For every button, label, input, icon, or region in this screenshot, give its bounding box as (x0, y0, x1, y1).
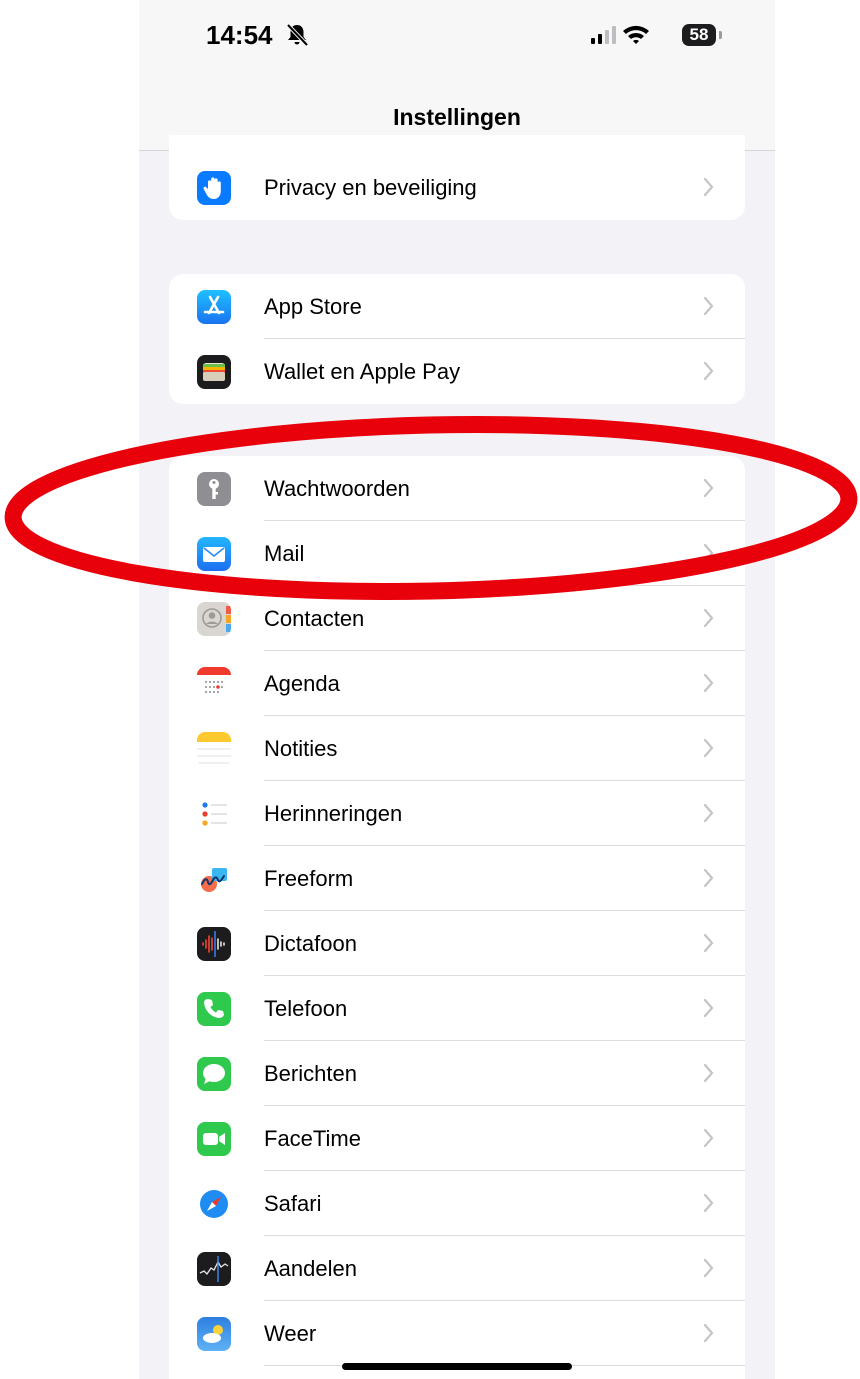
settings-row-stocks[interactable]: Aandelen (169, 1236, 745, 1301)
key-icon (197, 472, 231, 506)
notes-icon (197, 732, 231, 766)
settings-row-safari[interactable]: Safari (169, 1171, 745, 1236)
settings-group-apps: Wachtwoorden Mail Contacten Agenda Notit… (169, 456, 745, 1379)
settings-row-messages[interactable]: Berichten (169, 1041, 745, 1106)
chevron-right-icon (703, 997, 715, 1024)
chevron-right-icon (703, 1127, 715, 1154)
settings-row-mail[interactable]: Mail (169, 521, 745, 586)
settings-row-privacy[interactable]: Privacy en beveiliging (169, 155, 745, 220)
home-indicator[interactable] (342, 1363, 572, 1370)
settings-row-notes[interactable]: Notities (169, 716, 745, 781)
settings-screen: 14:54 58 Instellingen Privacy en beveili… (139, 0, 775, 1379)
stocks-icon (197, 1252, 231, 1286)
facetime-icon (197, 1122, 231, 1156)
chevron-right-icon (703, 1062, 715, 1089)
battery-indicator: 58 (682, 24, 716, 46)
settings-row-label: Notities (264, 736, 338, 761)
privacy-hand-icon (197, 171, 231, 205)
chevron-right-icon (703, 607, 715, 634)
calendar-icon (197, 667, 231, 701)
settings-row-label: App Store (264, 294, 362, 319)
settings-row-label: Wachtwoorden (264, 476, 410, 501)
battery-tip (719, 31, 722, 39)
chevron-right-icon (703, 672, 715, 699)
safari-icon (197, 1187, 231, 1221)
page-title: Instellingen (393, 104, 521, 130)
settings-row-label: Aandelen (264, 1256, 357, 1281)
settings-row-weather[interactable]: Weer (169, 1301, 745, 1366)
chevron-right-icon (703, 1192, 715, 1219)
status-time: 14:54 (206, 20, 273, 50)
settings-row-label: Berichten (264, 1061, 357, 1086)
reminders-icon (197, 797, 231, 831)
settings-row-label: Privacy en beveiliging (264, 175, 477, 200)
app-store-icon (197, 290, 231, 324)
status-bar: 14:54 58 Instellingen (139, 0, 775, 151)
chevron-right-icon (703, 1322, 715, 1349)
chevron-right-icon (703, 932, 715, 959)
contacts-icon (197, 602, 231, 636)
chevron-right-icon (703, 477, 715, 504)
settings-row-passwords[interactable]: Wachtwoorden (169, 456, 745, 521)
phone-icon (197, 992, 231, 1026)
settings-row-facetime[interactable]: FaceTime (169, 1106, 745, 1171)
settings-row-label: Weer (264, 1321, 317, 1346)
wallet-icon (197, 355, 231, 389)
settings-row-label: Herinneringen (264, 801, 403, 826)
settings-group-privacy: Privacy en beveiliging (169, 135, 745, 220)
chevron-right-icon (703, 542, 715, 569)
settings-row-contacts[interactable]: Contacten (169, 586, 745, 651)
chevron-right-icon (703, 867, 715, 894)
settings-group-store: App Store Wallet en Apple Pay (169, 274, 745, 404)
freeform-icon (197, 862, 231, 896)
settings-row-label: FaceTime (264, 1126, 361, 1151)
settings-row-calendar[interactable]: Agenda (169, 651, 745, 716)
settings-row-freeform[interactable]: Freeform (169, 846, 745, 911)
settings-row-app-store[interactable]: App Store (169, 274, 745, 339)
chevron-right-icon (703, 360, 715, 387)
mail-icon (197, 537, 231, 571)
settings-row-label: Wallet en Apple Pay (264, 359, 461, 384)
settings-row-label: Contacten (264, 606, 365, 631)
settings-row-label: Dictafoon (264, 931, 357, 956)
cellular-signal-icon (591, 26, 617, 49)
silent-bell-icon (284, 22, 310, 48)
settings-row-voice-memos[interactable]: Dictafoon (169, 911, 745, 976)
wifi-icon (621, 23, 651, 50)
chevron-right-icon (703, 1257, 715, 1284)
settings-row-label: Agenda (264, 671, 340, 696)
chevron-right-icon (703, 802, 715, 829)
voice-memos-icon (197, 927, 231, 961)
settings-row-label: Freeform (264, 866, 354, 891)
settings-row-wallet[interactable]: Wallet en Apple Pay (169, 339, 745, 404)
settings-row-label: Telefoon (264, 996, 348, 1021)
settings-row-phone[interactable]: Telefoon (169, 976, 745, 1041)
weather-icon (197, 1317, 231, 1351)
chevron-right-icon (703, 295, 715, 322)
settings-row-reminders[interactable]: Herinneringen (169, 781, 745, 846)
settings-row-label: Safari (264, 1191, 322, 1216)
settings-row-label: Mail (264, 541, 305, 566)
chevron-right-icon (703, 176, 715, 203)
messages-icon (197, 1057, 231, 1091)
chevron-right-icon (703, 737, 715, 764)
